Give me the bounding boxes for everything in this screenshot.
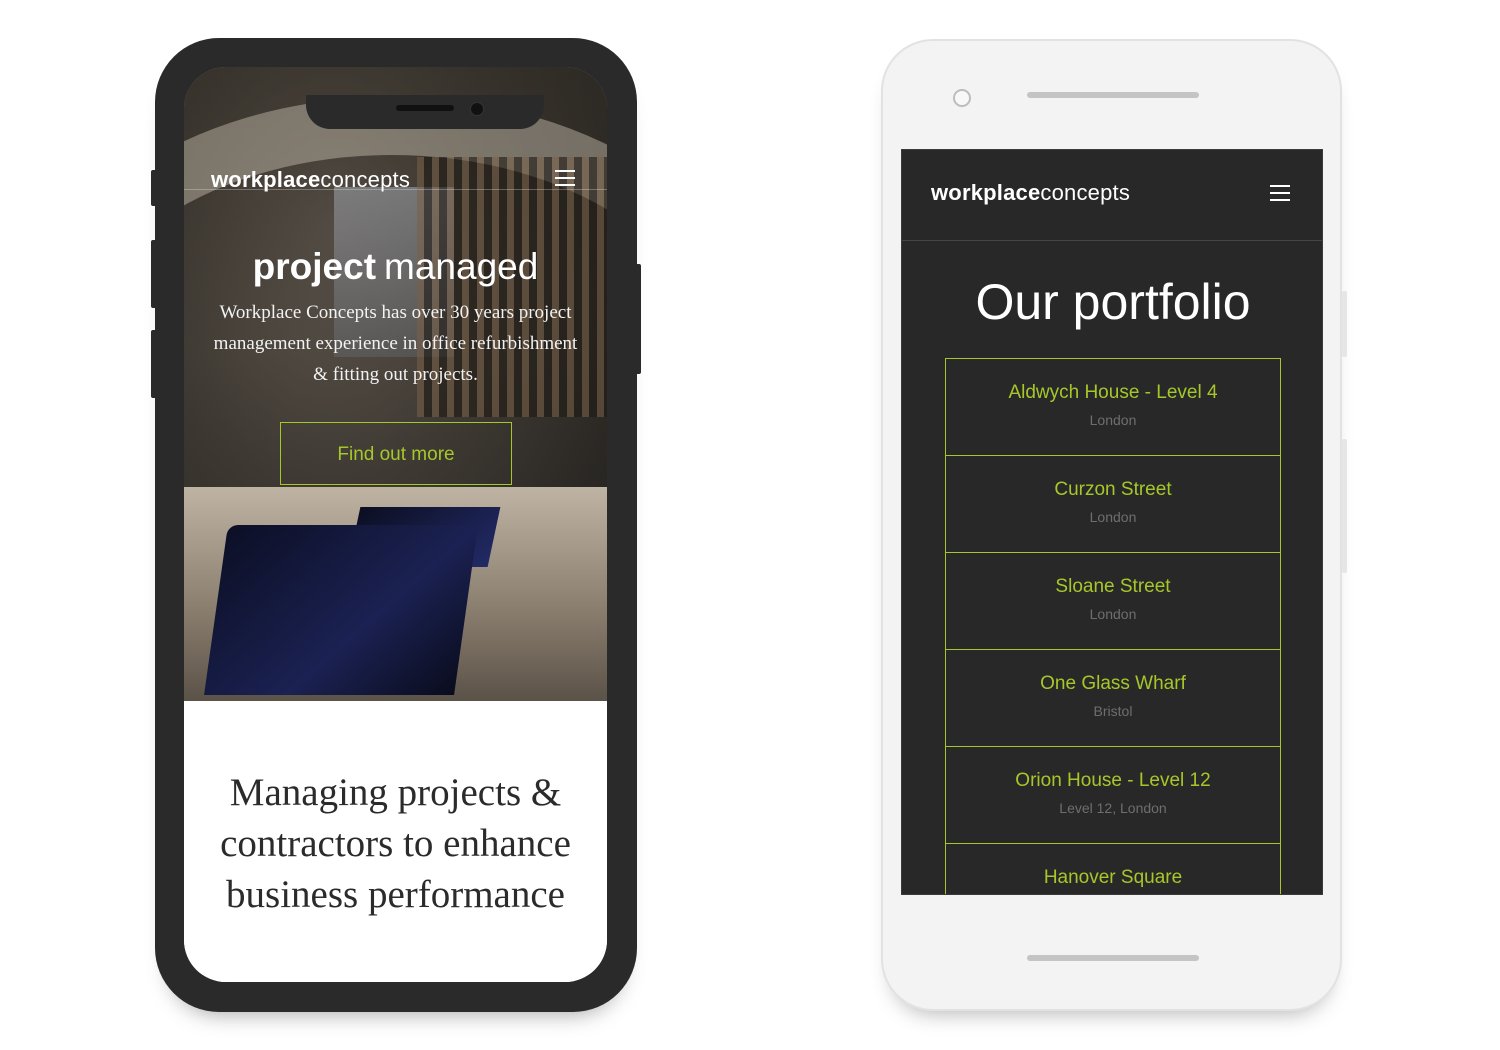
brand-logo-bold: workplace: [211, 167, 321, 192]
intro-headline: Managing projects & contractors to enhan…: [220, 771, 571, 916]
brand-logo-regular: concepts: [1040, 180, 1131, 205]
android-power-button: [1342, 291, 1347, 357]
iphone-silent-switch: [151, 170, 157, 206]
portfolio-item-name: Curzon Street: [1054, 479, 1172, 500]
hero-title: project managed: [184, 245, 607, 289]
portfolio-item-name: Orion House - Level 12: [1015, 770, 1211, 791]
android-volume-rocker: [1342, 439, 1347, 573]
portfolio-item[interactable]: Sloane Street London: [945, 552, 1281, 649]
hero-title-regular: managed: [384, 246, 539, 287]
android-top-speaker: [1027, 92, 1199, 98]
portfolio-item-location: Level 12, London: [1059, 800, 1167, 816]
intro-section: Managing projects & contractors to enhan…: [184, 701, 607, 982]
brand-logo-bold: workplace: [931, 180, 1041, 205]
portfolio-item-location: London: [1089, 509, 1137, 525]
iphone-power-button: [635, 264, 641, 374]
android-screen: workplaceconcepts Our portfolio Aldwych …: [901, 149, 1323, 895]
hero-photo-table: [204, 525, 478, 695]
portfolio-list: Aldwych House - Level 4 London Curzon St…: [945, 358, 1281, 894]
portfolio-item[interactable]: Aldwych House - Level 4 London: [945, 358, 1281, 455]
iphone-volume-down: [151, 330, 157, 398]
brand-logo[interactable]: workplaceconcepts: [931, 180, 1130, 206]
iphone-screen: workplaceconcepts project managed Workpla…: [184, 67, 607, 982]
hero-description: Workplace Concepts has over 30 years pro…: [213, 302, 578, 385]
android-mockup: workplaceconcepts Our portfolio Aldwych …: [881, 39, 1347, 1011]
portfolio-item-name: Hanover Square: [1043, 867, 1183, 888]
camera-icon: [470, 102, 484, 116]
hamburger-icon[interactable]: [1270, 185, 1290, 201]
mobile-navbar: workplaceconcepts: [902, 150, 1322, 241]
android-bottom-speaker: [1027, 955, 1199, 961]
portfolio-item[interactable]: Orion House - Level 12 Level 12, London: [945, 746, 1281, 843]
find-out-more-button[interactable]: Find out more: [280, 422, 512, 485]
brand-logo[interactable]: workplaceconcepts: [211, 167, 410, 193]
iphone-notch: [306, 95, 544, 129]
portfolio-item-location: Bristol: [1093, 703, 1133, 719]
hero-title-bold: project: [252, 246, 377, 287]
portfolio-item-name: One Glass Wharf: [1040, 673, 1186, 694]
portfolio-item-name: Sloane Street: [1055, 576, 1171, 597]
portfolio-item-location: London: [1089, 412, 1137, 428]
front-camera-icon: [953, 89, 971, 107]
mobile-navbar: workplaceconcepts: [184, 131, 607, 193]
hamburger-icon[interactable]: [555, 170, 575, 186]
brand-logo-regular: concepts: [320, 167, 411, 192]
portfolio-title: Our portfolio: [975, 274, 1251, 330]
iphone-volume-up: [151, 240, 157, 308]
notch-speaker: [396, 105, 454, 111]
portfolio-item[interactable]: Hanover Square: [945, 843, 1281, 894]
iphone-mockup: workplaceconcepts project managed Workpla…: [151, 38, 641, 1012]
portfolio-item[interactable]: One Glass Wharf Bristol: [945, 649, 1281, 746]
portfolio-item-location: London: [1089, 606, 1137, 622]
portfolio-item[interactable]: Curzon Street London: [945, 455, 1281, 552]
portfolio-item-name: Aldwych House - Level 4: [1008, 382, 1218, 403]
